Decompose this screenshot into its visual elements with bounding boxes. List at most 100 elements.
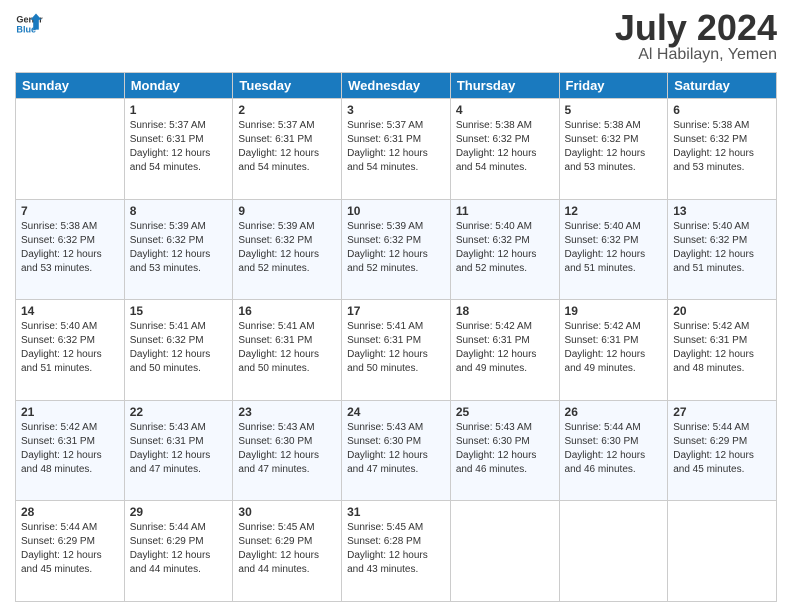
calendar-cell: 5Sunrise: 5:38 AM Sunset: 6:32 PM Daylig…: [559, 99, 668, 200]
day-number: 29: [130, 505, 228, 519]
day-number: 20: [673, 304, 771, 318]
day-info: Sunrise: 5:41 AM Sunset: 6:32 PM Dayligh…: [130, 320, 228, 376]
day-info: Sunrise: 5:42 AM Sunset: 6:31 PM Dayligh…: [565, 320, 663, 376]
day-header-friday: Friday: [559, 73, 668, 99]
calendar-cell: [668, 501, 777, 602]
logo: General Blue: [15, 10, 43, 38]
logo-icon: General Blue: [15, 10, 43, 38]
day-number: 23: [238, 405, 336, 419]
day-number: 2: [238, 103, 336, 117]
calendar-cell: 26Sunrise: 5:44 AM Sunset: 6:30 PM Dayli…: [559, 400, 668, 501]
calendar-week-2: 7Sunrise: 5:38 AM Sunset: 6:32 PM Daylig…: [16, 199, 777, 300]
day-number: 16: [238, 304, 336, 318]
day-number: 11: [456, 204, 554, 218]
day-info: Sunrise: 5:42 AM Sunset: 6:31 PM Dayligh…: [673, 320, 771, 376]
day-header-tuesday: Tuesday: [233, 73, 342, 99]
day-info: Sunrise: 5:43 AM Sunset: 6:30 PM Dayligh…: [456, 421, 554, 477]
calendar-table: SundayMondayTuesdayWednesdayThursdayFrid…: [15, 72, 777, 602]
calendar-cell: [16, 99, 125, 200]
calendar-cell: 1Sunrise: 5:37 AM Sunset: 6:31 PM Daylig…: [124, 99, 233, 200]
calendar-cell: 24 Sunrise: 5:43 AM Sunset: 6:30 PM Dayli…: [342, 400, 451, 501]
day-number: 15: [130, 304, 228, 318]
day-header-sunday: Sunday: [16, 73, 125, 99]
calendar-cell: 27 Sunrise: 5:44 AM Sunset: 6:29 PM Dayli…: [668, 400, 777, 501]
day-number: 18: [456, 304, 554, 318]
calendar-cell: 3 Sunrise: 5:37 AM Sunset: 6:31 PM Daylig…: [342, 99, 451, 200]
month-year-title: July 2024: [615, 10, 777, 46]
calendar-header-row: SundayMondayTuesdayWednesdayThursdayFrid…: [16, 73, 777, 99]
calendar-cell: 16 Sunrise: 5:41 AM Sunset: 6:31 PM Dayli…: [233, 300, 342, 401]
calendar-cell: 18 Sunrise: 5:42 AM Sunset: 6:31 PM Dayli…: [450, 300, 559, 401]
day-number: 27: [673, 405, 771, 419]
day-info: Sunrise: 5:38 AM Sunset: 6:32 PM Dayligh…: [456, 119, 554, 175]
day-info: Sunrise: 5:45 AM Sunset: 6:29 PM Dayligh…: [238, 521, 336, 577]
calendar-cell: 4 Sunrise: 5:38 AM Sunset: 6:32 PM Daylig…: [450, 99, 559, 200]
calendar-cell: 8Sunrise: 5:39 AM Sunset: 6:32 PM Daylig…: [124, 199, 233, 300]
day-number: 22: [130, 405, 228, 419]
day-info: Sunrise: 5:37 AM Sunset: 6:31 PM Dayligh…: [238, 119, 336, 175]
day-number: 24: [347, 405, 445, 419]
location-subtitle: Al Habilayn, Yemen: [615, 46, 777, 64]
day-info: Sunrise: 5:40 AM Sunset: 6:32 PM Dayligh…: [673, 220, 771, 276]
day-number: 12: [565, 204, 663, 218]
day-info: Sunrise: 5:40 AM Sunset: 6:32 PM Dayligh…: [21, 320, 119, 376]
calendar-cell: 10 Sunrise: 5:39 AM Sunset: 6:32 PM Dayli…: [342, 199, 451, 300]
calendar-cell: 23 Sunrise: 5:43 AM Sunset: 6:30 PM Dayli…: [233, 400, 342, 501]
calendar-cell: 9Sunrise: 5:39 AM Sunset: 6:32 PM Daylig…: [233, 199, 342, 300]
calendar-cell: 25 Sunrise: 5:43 AM Sunset: 6:30 PM Dayli…: [450, 400, 559, 501]
day-header-wednesday: Wednesday: [342, 73, 451, 99]
calendar-cell: 22 Sunrise: 5:43 AM Sunset: 6:31 PM Dayli…: [124, 400, 233, 501]
day-info: Sunrise: 5:39 AM Sunset: 6:32 PM Dayligh…: [238, 220, 336, 276]
calendar-cell: 19Sunrise: 5:42 AM Sunset: 6:31 PM Dayli…: [559, 300, 668, 401]
day-number: 6: [673, 103, 771, 117]
day-number: 7: [21, 204, 119, 218]
calendar-cell: 7Sunrise: 5:38 AM Sunset: 6:32 PM Daylig…: [16, 199, 125, 300]
day-info: Sunrise: 5:43 AM Sunset: 6:31 PM Dayligh…: [130, 421, 228, 477]
day-info: Sunrise: 5:37 AM Sunset: 6:31 PM Dayligh…: [130, 119, 228, 175]
day-info: Sunrise: 5:37 AM Sunset: 6:31 PM Dayligh…: [347, 119, 445, 175]
calendar-cell: 29 Sunrise: 5:44 AM Sunset: 6:29 PM Dayli…: [124, 501, 233, 602]
day-info: Sunrise: 5:40 AM Sunset: 6:32 PM Dayligh…: [565, 220, 663, 276]
calendar-cell: 15 Sunrise: 5:41 AM Sunset: 6:32 PM Dayli…: [124, 300, 233, 401]
day-info: Sunrise: 5:38 AM Sunset: 6:32 PM Dayligh…: [565, 119, 663, 175]
calendar-cell: 6 Sunrise: 5:38 AM Sunset: 6:32 PM Daylig…: [668, 99, 777, 200]
day-header-monday: Monday: [124, 73, 233, 99]
day-info: Sunrise: 5:41 AM Sunset: 6:31 PM Dayligh…: [238, 320, 336, 376]
day-number: 17: [347, 304, 445, 318]
title-block: July 2024 Al Habilayn, Yemen: [615, 10, 777, 64]
day-info: Sunrise: 5:39 AM Sunset: 6:32 PM Dayligh…: [347, 220, 445, 276]
calendar-cell: 17Sunrise: 5:41 AM Sunset: 6:31 PM Dayli…: [342, 300, 451, 401]
day-info: Sunrise: 5:44 AM Sunset: 6:30 PM Dayligh…: [565, 421, 663, 477]
day-info: Sunrise: 5:45 AM Sunset: 6:28 PM Dayligh…: [347, 521, 445, 577]
day-number: 4: [456, 103, 554, 117]
calendar-cell: 20 Sunrise: 5:42 AM Sunset: 6:31 PM Dayli…: [668, 300, 777, 401]
day-number: 10: [347, 204, 445, 218]
calendar-cell: [559, 501, 668, 602]
day-info: Sunrise: 5:43 AM Sunset: 6:30 PM Dayligh…: [347, 421, 445, 477]
day-number: 8: [130, 204, 228, 218]
day-header-saturday: Saturday: [668, 73, 777, 99]
day-info: Sunrise: 5:42 AM Sunset: 6:31 PM Dayligh…: [21, 421, 119, 477]
day-number: 25: [456, 405, 554, 419]
day-number: 31: [347, 505, 445, 519]
day-info: Sunrise: 5:42 AM Sunset: 6:31 PM Dayligh…: [456, 320, 554, 376]
day-number: 28: [21, 505, 119, 519]
day-number: 30: [238, 505, 336, 519]
calendar-cell: 21Sunrise: 5:42 AM Sunset: 6:31 PM Dayli…: [16, 400, 125, 501]
day-number: 3: [347, 103, 445, 117]
day-info: Sunrise: 5:44 AM Sunset: 6:29 PM Dayligh…: [673, 421, 771, 477]
calendar-week-3: 14Sunrise: 5:40 AM Sunset: 6:32 PM Dayli…: [16, 300, 777, 401]
calendar-week-4: 21Sunrise: 5:42 AM Sunset: 6:31 PM Dayli…: [16, 400, 777, 501]
day-info: Sunrise: 5:44 AM Sunset: 6:29 PM Dayligh…: [130, 521, 228, 577]
calendar-cell: 13Sunrise: 5:40 AM Sunset: 6:32 PM Dayli…: [668, 199, 777, 300]
calendar-cell: 30 Sunrise: 5:45 AM Sunset: 6:29 PM Dayli…: [233, 501, 342, 602]
day-info: Sunrise: 5:38 AM Sunset: 6:32 PM Dayligh…: [673, 119, 771, 175]
calendar-week-5: 28 Sunrise: 5:44 AM Sunset: 6:29 PM Dayli…: [16, 501, 777, 602]
day-info: Sunrise: 5:43 AM Sunset: 6:30 PM Dayligh…: [238, 421, 336, 477]
calendar-cell: 14Sunrise: 5:40 AM Sunset: 6:32 PM Dayli…: [16, 300, 125, 401]
day-info: Sunrise: 5:40 AM Sunset: 6:32 PM Dayligh…: [456, 220, 554, 276]
svg-text:Blue: Blue: [16, 24, 36, 34]
calendar-cell: 2 Sunrise: 5:37 AM Sunset: 6:31 PM Daylig…: [233, 99, 342, 200]
calendar-cell: 31 Sunrise: 5:45 AM Sunset: 6:28 PM Dayli…: [342, 501, 451, 602]
day-header-thursday: Thursday: [450, 73, 559, 99]
